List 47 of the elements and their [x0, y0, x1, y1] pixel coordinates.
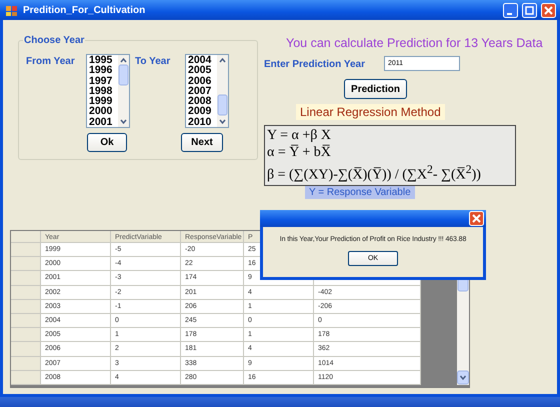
list-item[interactable]: 1998: [89, 86, 118, 96]
year-list[interactable]: 2004 2005 2006 2007 2008 2009 2010: [185, 54, 229, 128]
list-item[interactable]: 1999: [89, 96, 118, 106]
list-item[interactable]: 1995: [89, 55, 118, 66]
list-item[interactable]: 2005: [188, 65, 217, 76]
row-header[interactable]: [11, 370, 41, 385]
list-item[interactable]: 2010: [188, 116, 217, 128]
heading: You can calculate Prediction for 13 Years Data: [286, 36, 543, 50]
year-list[interactable]: 1995 1996 1997 1998 1999 2000 2001: [86, 54, 130, 128]
list-item[interactable]: 2000: [89, 106, 118, 117]
row-header[interactable]: [11, 243, 41, 258]
next-button[interactable]: Next: [181, 133, 223, 152]
list-item[interactable]: 2009: [188, 106, 217, 117]
window-title: Predition_For_Cultivation: [23, 4, 146, 16]
formula-line: α = Y̅ + bX̅: [267, 144, 332, 161]
list-item[interactable]: 1996: [89, 65, 118, 76]
row-header[interactable]: [11, 257, 41, 272]
list-item[interactable]: 2001: [89, 116, 118, 128]
list-item[interactable]: 2007: [188, 86, 217, 96]
row-header[interactable]: [11, 328, 41, 342]
row-header[interactable]: [11, 356, 41, 371]
row-header[interactable]: [11, 300, 41, 314]
method-label: Linear Regression Method: [296, 104, 445, 120]
header-corner: [11, 231, 41, 243]
scrollbar[interactable]: [217, 55, 228, 127]
formula-line: β = (∑(XY)-∑(X̅)(Y̅)) / (∑X$^{2}$- ∑(X̅$^{2}$)): [267, 162, 482, 184]
row-header[interactable]: [11, 342, 41, 356]
to-year-label: To Year: [135, 55, 172, 67]
ok-button[interactable]: Ok: [87, 133, 127, 152]
from-year-label: From Year: [26, 55, 76, 67]
response-variable-label: Y = Response Variable: [305, 186, 415, 199]
close-button[interactable]: [541, 2, 556, 18]
group-title: Choose Year: [23, 35, 86, 46]
prediction-button[interactable]: Prediction: [344, 79, 407, 99]
row-header[interactable]: [11, 314, 41, 328]
list-item[interactable]: 2004: [188, 55, 217, 66]
minimize-button[interactable]: [503, 2, 518, 18]
list-item[interactable]: 2006: [188, 76, 217, 86]
prediction-year-label: Enter Prediction Year: [264, 58, 366, 70]
row-header[interactable]: [11, 271, 41, 286]
formula-line: Y = α +β X: [267, 127, 332, 144]
list-item[interactable]: 2008: [188, 96, 217, 106]
row-header[interactable]: [11, 286, 41, 300]
scrollbar[interactable]: [118, 55, 129, 127]
maximize-button[interactable]: [522, 2, 537, 18]
list-item[interactable]: 1997: [89, 76, 118, 86]
close-button[interactable]: [469, 211, 484, 226]
